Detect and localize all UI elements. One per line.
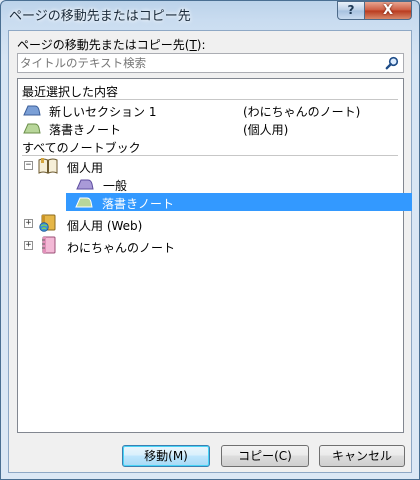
destination-label: ページの移動先またはコピー先(T): <box>17 36 206 53</box>
section-tab-icon <box>23 105 41 116</box>
search-input[interactable] <box>20 55 370 71</box>
cancel-button[interactable]: キャンセル <box>319 445 405 467</box>
notebook-label: わにちゃんのノート <box>67 241 176 255</box>
recent-header: 最近選択した内容 <box>22 85 119 99</box>
window-title: ページの移動先またはコピー先 <box>9 9 191 24</box>
dialog-window: ページの移動先またはコピー先 ? X ページの移動先またはコピー先(T): 最近… <box>0 0 420 480</box>
notebook-tree[interactable]: 最近選択した内容 新しいセクション 1 (わにちゃんのノート) 落書きノート (… <box>17 78 412 433</box>
all-header-divider <box>22 155 398 156</box>
dialog-body: ページの移動先またはコピー先(T): 最近選択した内容 新しいセクション 1 (… <box>8 30 412 473</box>
collapse-expander[interactable]: − <box>24 161 33 170</box>
section-label: 一般 <box>103 179 128 193</box>
notebook-label: 個人用 (Web) <box>67 219 143 233</box>
close-button[interactable]: X <box>364 1 412 20</box>
search-icon[interactable] <box>384 55 400 71</box>
open-notebook-icon <box>38 158 58 174</box>
recent-item-notebook: (個人用) <box>243 123 289 137</box>
notebook-label: 個人用 <box>67 161 104 175</box>
expand-expander[interactable]: + <box>24 241 33 250</box>
notebook-row[interactable]: + 個人用 (Web) <box>19 214 402 233</box>
destination-label-suffix: ): <box>196 38 206 52</box>
title-bar[interactable]: ページの移動先またはコピー先 ? X <box>1 1 419 27</box>
help-button[interactable]: ? <box>337 1 365 20</box>
recent-item-notebook: (わにちゃんのノート) <box>243 105 361 119</box>
copy-button[interactable]: コピー(C) <box>221 445 309 467</box>
destination-label-accesskey: T <box>189 38 197 52</box>
section-row[interactable]: 一般 <box>19 175 402 193</box>
expand-expander[interactable]: + <box>24 219 33 228</box>
search-field[interactable] <box>17 53 404 73</box>
notebook-row[interactable]: + わにちゃんのノート <box>19 236 402 255</box>
recent-item-label: 新しいセクション 1 <box>49 105 157 119</box>
section-tab-icon <box>75 197 93 208</box>
all-notebooks-header: すべてのノートブック <box>22 141 141 155</box>
notebook-row[interactable]: − 個人用 <box>19 157 402 175</box>
recent-header-divider <box>22 99 398 100</box>
recent-item[interactable]: 落書きノート (個人用) <box>19 119 402 137</box>
recent-item-label: 落書きノート <box>49 123 122 137</box>
recent-item[interactable]: 新しいセクション 1 (わにちゃんのノート) <box>19 101 402 119</box>
move-button[interactable]: 移動(M) <box>122 445 210 467</box>
section-tab-icon <box>76 179 94 190</box>
section-label: 落書きノート <box>102 197 175 211</box>
destination-label-text: ページの移動先またはコピー先( <box>17 38 190 52</box>
pink-notebook-icon <box>42 236 56 254</box>
web-notebook-icon <box>39 214 56 232</box>
section-row-selected[interactable]: 落書きノート <box>66 193 412 211</box>
section-tab-icon <box>23 123 41 134</box>
